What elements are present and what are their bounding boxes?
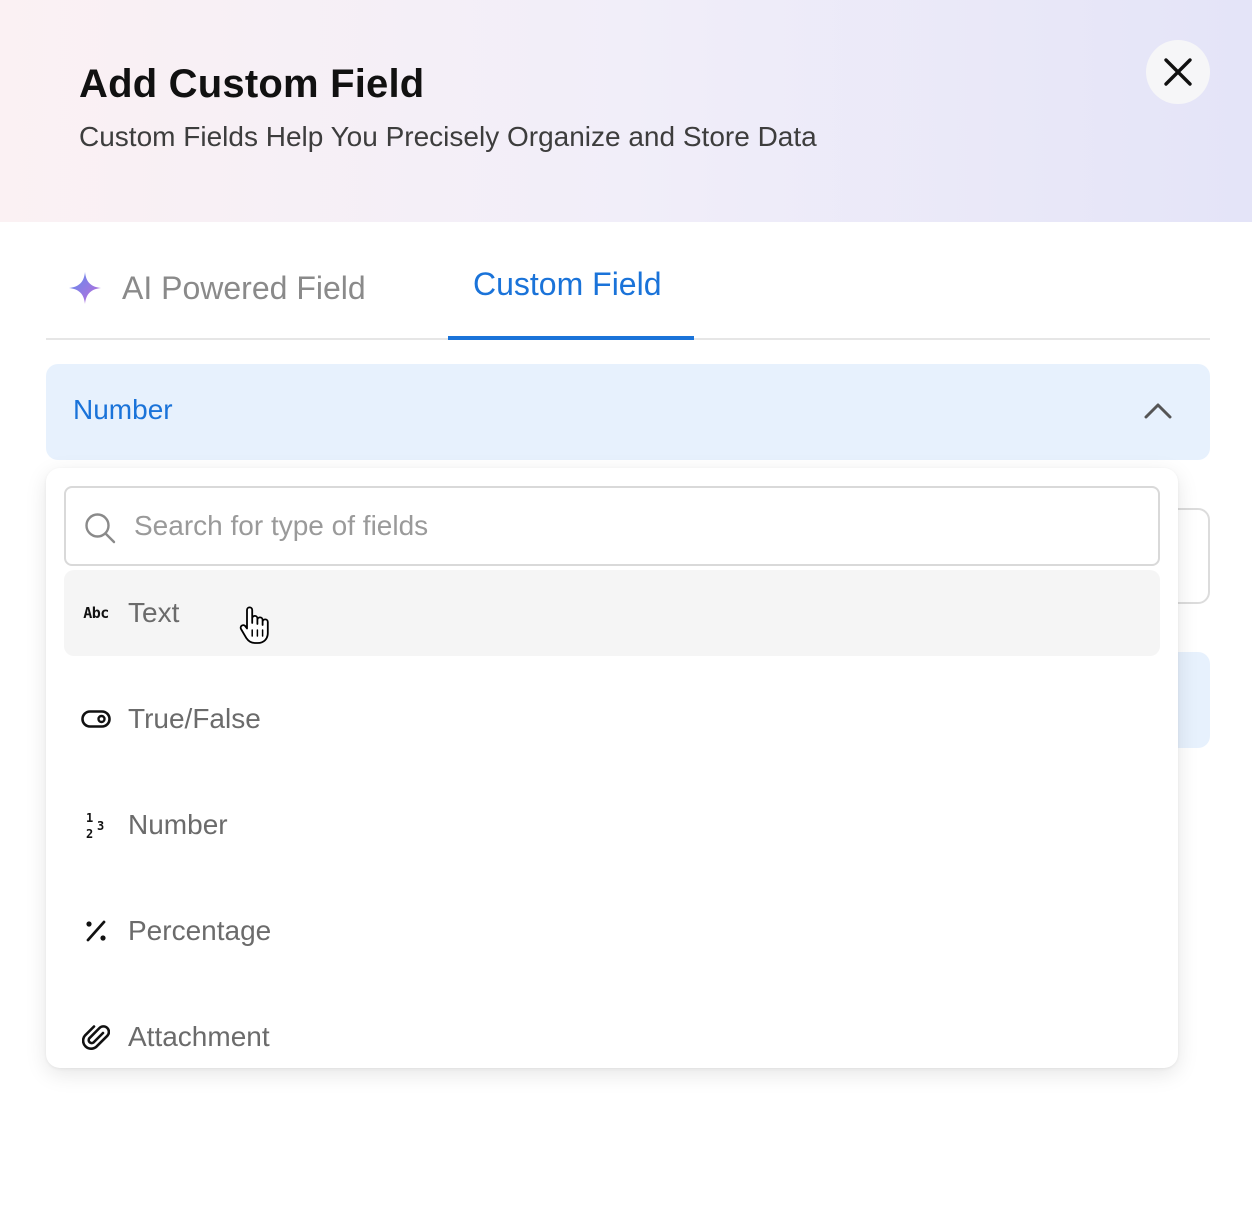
field-type-search[interactable] xyxy=(64,486,1160,566)
close-icon xyxy=(1164,58,1192,86)
sparkle-icon xyxy=(69,272,101,304)
close-button[interactable] xyxy=(1146,40,1210,104)
active-tab-indicator xyxy=(448,336,694,340)
option-text[interactable]: Abc Text xyxy=(64,570,1160,656)
svg-text:1: 1 xyxy=(86,811,93,825)
dialog-subtitle: Custom Fields Help You Precisely Organiz… xyxy=(79,121,817,152)
option-true-false[interactable]: True/False xyxy=(64,676,1160,762)
svg-text:3: 3 xyxy=(97,819,104,833)
option-label: Text xyxy=(128,597,180,628)
chevron-up-icon xyxy=(1144,403,1172,419)
search-icon xyxy=(85,513,116,544)
dialog-header: Add Custom Field Custom Fields Help You … xyxy=(0,0,1252,222)
field-type-dropdown: Abc Text True/False 1 2 3 Number xyxy=(46,468,1178,1068)
field-tabs: AI Powered Field Custom Field xyxy=(46,236,1210,340)
field-type-selected-value: Number xyxy=(73,394,173,425)
abc-text-icon: Abc xyxy=(83,604,109,622)
option-label: True/False xyxy=(128,703,261,734)
tab-custom-field[interactable]: Custom Field xyxy=(448,236,694,340)
toggle-icon xyxy=(80,704,112,734)
percent-icon xyxy=(80,916,112,946)
paperclip-icon xyxy=(80,1022,112,1052)
search-input[interactable] xyxy=(134,504,1134,548)
hand-cursor-icon xyxy=(239,606,269,644)
dialog-title: Add Custom Field xyxy=(79,62,425,106)
number-icon: 1 2 3 xyxy=(80,810,112,840)
tab-custom-label: Custom Field xyxy=(473,266,662,302)
option-number[interactable]: 1 2 3 Number xyxy=(64,782,1160,868)
svg-text:2: 2 xyxy=(86,827,93,840)
tab-ai-powered-field[interactable]: AI Powered Field xyxy=(68,266,366,310)
option-label: Percentage xyxy=(128,915,272,946)
option-label: Number xyxy=(128,809,228,840)
field-type-select[interactable]: Number xyxy=(46,364,1210,460)
option-percentage[interactable]: Percentage xyxy=(64,888,1160,974)
option-label: Attachment xyxy=(128,1021,270,1052)
tab-ai-label: AI Powered Field xyxy=(122,269,366,306)
option-attachment[interactable]: Attachment xyxy=(64,994,1160,1068)
